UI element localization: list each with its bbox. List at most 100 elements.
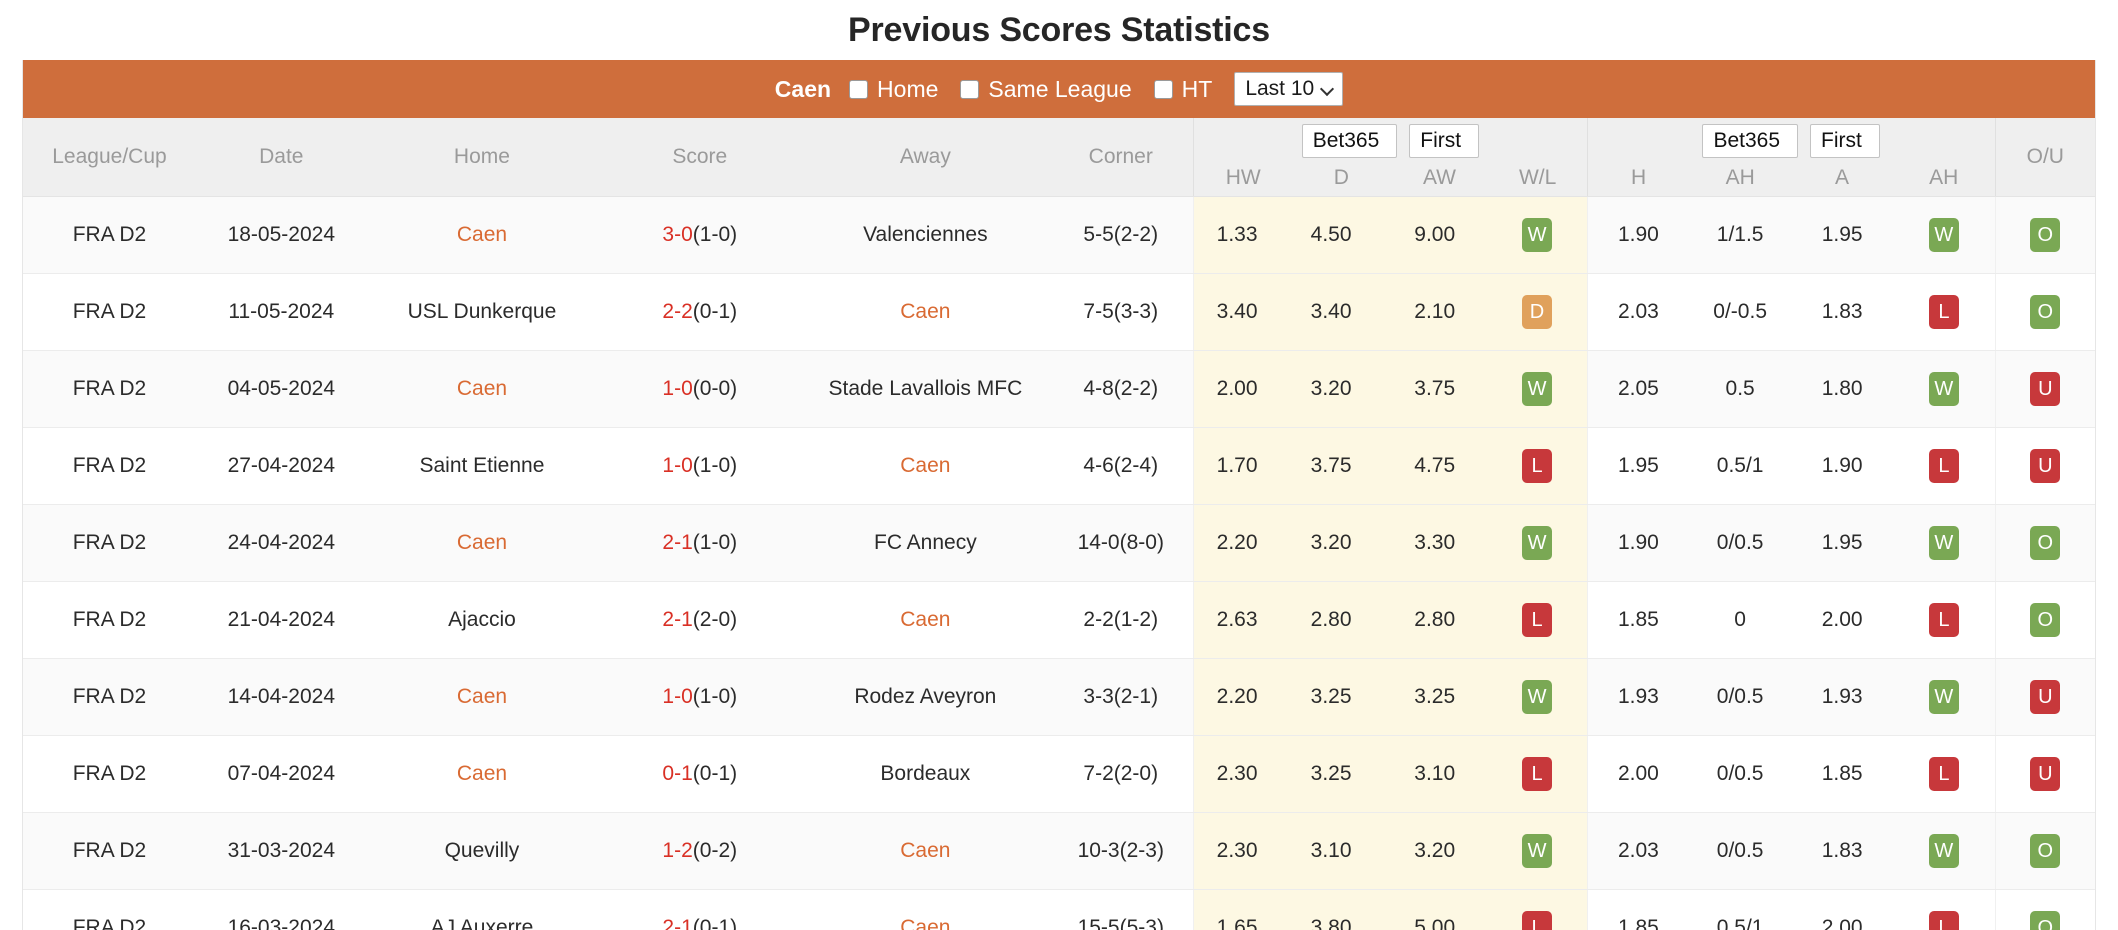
bookmaker-select-ah[interactable]: Bet365	[1702, 123, 1799, 158]
cell-date: 24-04-2024	[195, 504, 367, 582]
table-row[interactable]: FRA D2 18-05-2024 Caen 3-0(1-0) Valenciennes…	[23, 196, 2095, 274]
away-team-name[interactable]: Caen	[900, 454, 950, 477]
badge-o: O	[2030, 602, 2061, 637]
table-row[interactable]: FRA D2 11-05-2024 USL Dunkerque 2-2(0-1) Cae…	[23, 273, 2095, 351]
col-header-group-ah: Bet365 First H AH A AH	[1586, 118, 1996, 197]
cell-odds-d: 3.80	[1280, 889, 1383, 930]
cell-result-ou: O	[1994, 196, 2095, 274]
cell-odds-d: 3.25	[1280, 735, 1383, 813]
col-header-date-label: Date	[259, 144, 304, 168]
badge-w: W	[1928, 371, 1959, 406]
col-header-away-label: Away	[899, 144, 951, 168]
cell-corner: 7-5(3-3)	[1048, 273, 1194, 351]
home-team-name[interactable]: Caen	[457, 531, 507, 554]
cell-date: 11-05-2024	[195, 273, 367, 351]
table-row[interactable]: FRA D2 27-04-2024 Saint Etienne 1-0(1-0) Cae…	[23, 427, 2095, 505]
cell-odds-hw: 2.63	[1193, 581, 1281, 659]
checkbox-home[interactable]: Home	[849, 76, 938, 103]
badge-l: L	[1928, 756, 1959, 791]
table-row[interactable]: FRA D2 07-04-2024 Caen 0-1(0-1) Bordeaux 7-2(…	[23, 735, 2095, 813]
cell-corner: 15-5(5-3)	[1048, 889, 1194, 930]
cell-odds-aw: 9.00	[1382, 196, 1488, 274]
score-halftime: (1-0)	[692, 222, 738, 246]
table-row[interactable]: FRA D2 16-03-2024 AJ Auxerre 2-1(0-1) Caen 15…	[23, 889, 2095, 930]
away-team-name[interactable]: Caen	[900, 839, 950, 862]
cell-ah-line: 0.5	[1689, 350, 1792, 428]
cell-date: 31-03-2024	[195, 812, 367, 890]
score-halftime: (0-0)	[692, 376, 738, 400]
away-team-name[interactable]: Caen	[900, 916, 950, 930]
cell-odds-d: 3.10	[1280, 812, 1383, 890]
cell-ah-home: 1.90	[1586, 504, 1690, 582]
subheader-a: A	[1835, 165, 1850, 189]
cell-result-wl: L	[1487, 735, 1588, 813]
badge-l: L	[1928, 910, 1959, 930]
badge-d: D	[1522, 294, 1553, 329]
cell-home: Caen	[366, 196, 598, 274]
cell-result-ou: O	[1994, 889, 2095, 930]
badge-l: L	[1522, 602, 1553, 637]
range-select[interactable]: Last 10	[1234, 72, 1344, 106]
cell-corner: 4-8(2-2)	[1048, 350, 1194, 428]
cell-odds-hw: 2.30	[1193, 735, 1281, 813]
table-row[interactable]: FRA D2 14-04-2024 Caen 1-0(1-0) Rodez Aveyro…	[23, 658, 2095, 736]
home-team-name[interactable]: Caen	[457, 762, 507, 785]
table-row[interactable]: FRA D2 31-03-2024 Quevilly 1-2(0-2) Caen 10-3…	[23, 812, 2095, 890]
cell-result-wl: W	[1487, 658, 1588, 736]
subheader-ah-line: AH	[1725, 165, 1755, 189]
checkbox-same-league[interactable]: Same League	[960, 76, 1132, 103]
period-select-ah-value: First	[1821, 128, 1862, 152]
score-halftime: (0-2)	[692, 838, 738, 862]
cell-league: FRA D2	[23, 427, 196, 505]
score-halftime: (1-0)	[692, 453, 738, 477]
cell-home: Ajaccio	[366, 581, 598, 659]
table-row[interactable]: FRA D2 24-04-2024 Caen 2-1(1-0) FC Annecy 14-…	[23, 504, 2095, 582]
cell-ah-line: 0/0.5	[1689, 735, 1792, 813]
subheader-aw: AW	[1422, 165, 1456, 189]
checkbox-same-league-box[interactable]	[960, 79, 980, 99]
table-row[interactable]: FRA D2 04-05-2024 Caen 1-0(0-0) Stade Lavall…	[23, 350, 2095, 428]
cell-away: Caen	[802, 273, 1049, 351]
score-fulltime: 2-1	[662, 530, 693, 554]
score-fulltime: 1-0	[662, 376, 693, 400]
cell-home: USL Dunkerque	[366, 273, 598, 351]
chevron-down-icon	[1322, 83, 1334, 95]
cell-result-wl: W	[1487, 196, 1588, 274]
checkbox-ht[interactable]: HT	[1153, 76, 1212, 103]
cell-away: Caen	[802, 889, 1049, 930]
cell-ah-home: 2.03	[1586, 273, 1690, 351]
cell-odds-d: 3.75	[1280, 427, 1383, 505]
home-team-name[interactable]: Caen	[457, 685, 507, 708]
cell-odds-hw: 3.40	[1193, 273, 1281, 351]
checkbox-ht-box[interactable]	[1153, 79, 1173, 99]
badge-w: W	[1928, 679, 1959, 714]
cell-result-wl: L	[1487, 427, 1588, 505]
period-select-ah[interactable]: First	[1810, 123, 1880, 158]
home-team-name[interactable]: Caen	[457, 377, 507, 400]
away-team-name[interactable]: Caen	[900, 300, 950, 323]
checkbox-home-box[interactable]	[849, 79, 869, 99]
filter-team-name: Caen	[774, 75, 832, 102]
cell-odds-aw: 5.00	[1382, 889, 1488, 930]
subheader-row-ah: H AH A AH	[1588, 165, 1995, 191]
table-row[interactable]: FRA D2 21-04-2024 Ajaccio 2-1(2-0) Caen 2-2(1…	[23, 581, 2095, 659]
cell-ah-away: 1.85	[1791, 735, 1894, 813]
cell-ah-home: 2.03	[1586, 812, 1690, 890]
away-team-name[interactable]: Caen	[900, 608, 950, 631]
cell-odds-aw: 2.10	[1382, 273, 1488, 351]
subheader-wl: W/L	[1518, 165, 1557, 189]
cell-date: 18-05-2024	[195, 196, 367, 274]
cell-ah-home: 2.05	[1586, 350, 1690, 428]
period-select-1x2[interactable]: First	[1409, 123, 1480, 158]
badge-o: O	[2030, 525, 2061, 560]
cell-result-wl: W	[1487, 812, 1588, 890]
cell-result-ou: O	[1994, 581, 2095, 659]
home-team-name: AJ Auxerre	[430, 915, 534, 930]
cell-away: Rodez Aveyron	[802, 658, 1049, 736]
score-fulltime: 2-1	[662, 607, 693, 631]
home-team-name[interactable]: Caen	[457, 223, 507, 246]
bookmaker-select-1x2[interactable]: Bet365	[1301, 123, 1398, 158]
cell-league: FRA D2	[23, 350, 196, 428]
cell-date: 14-04-2024	[195, 658, 367, 736]
cell-ah-line: 0/0.5	[1689, 658, 1792, 736]
